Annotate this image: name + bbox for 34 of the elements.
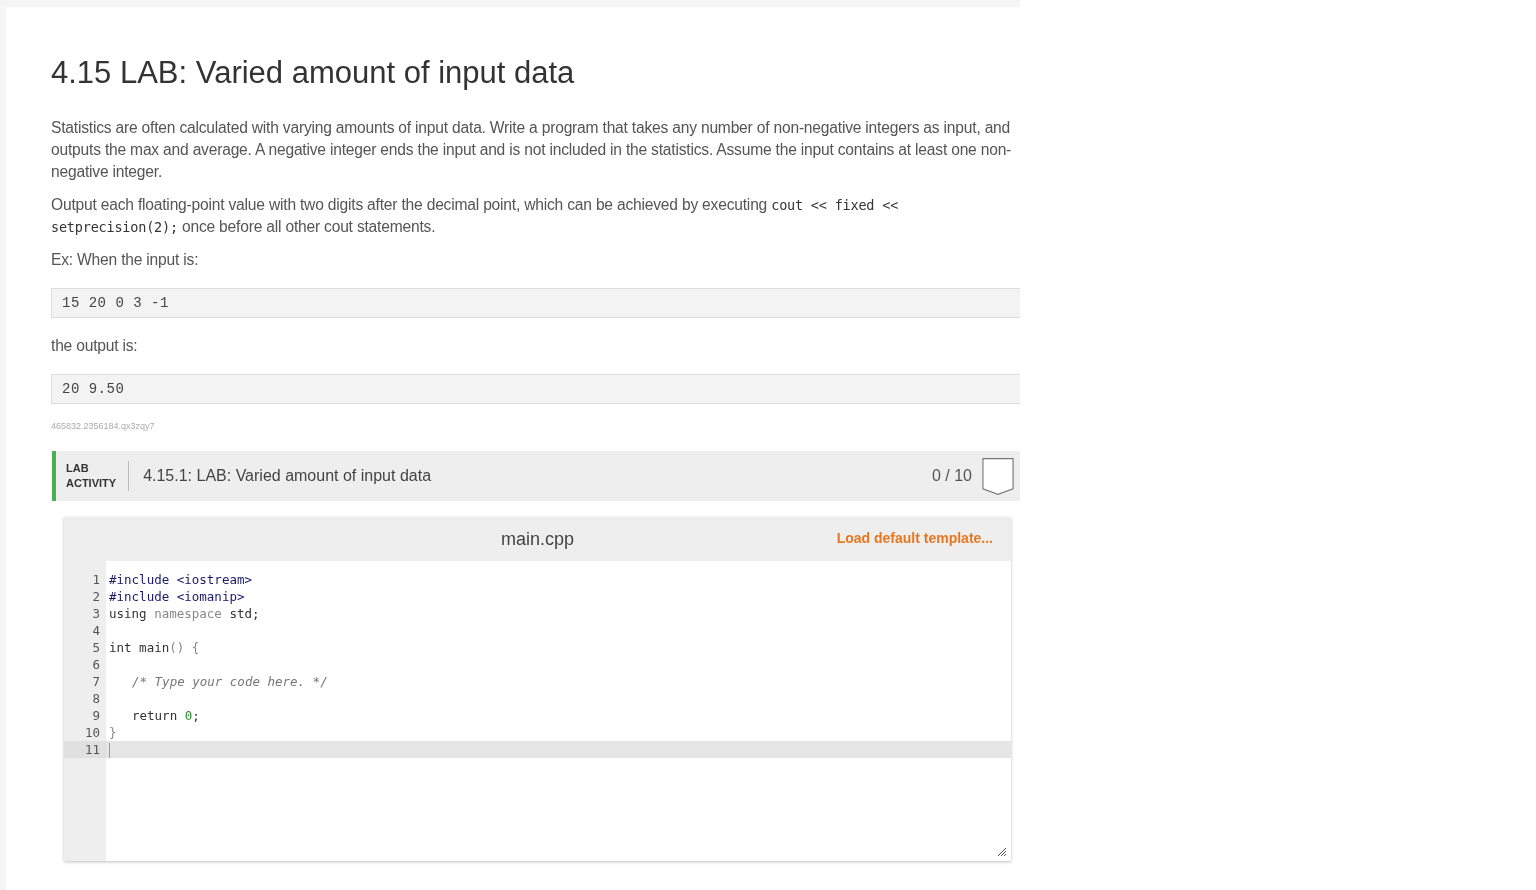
line-number: 1 bbox=[91, 571, 101, 588]
line-number: 10 bbox=[83, 724, 101, 741]
example-label: the output is: bbox=[51, 336, 139, 356]
line-number: 7 bbox=[91, 673, 101, 690]
example-label: Ex: When the input is: bbox=[51, 250, 200, 270]
section-title: 4.15 LAB: Varied amount of input data bbox=[51, 54, 576, 92]
code-line: #include <iostream> bbox=[109, 571, 252, 588]
instructions-paragraph: Output each floating-point value with two digits after the decimal point, which can be achieved by executing cout << fixed << setprecision(2); once before all other cout statements. bbox=[51, 195, 900, 237]
line-number: 11 bbox=[64, 741, 106, 758]
resize-grip-icon[interactable] bbox=[998, 848, 1006, 856]
file-name: main.cpp bbox=[500, 528, 574, 550]
line-number: 8 bbox=[91, 690, 101, 707]
content-id: 465832.2356184.qx3zqy7 bbox=[51, 421, 156, 431]
lab-tag: LAB bbox=[66, 461, 117, 476]
lab-title: 4.15.1: LAB: Varied amount of input data bbox=[143, 467, 433, 485]
line-number: 4 bbox=[91, 622, 101, 639]
code-line: /* Type your code here. */ bbox=[131, 673, 328, 690]
line-number: 2 bbox=[91, 588, 101, 605]
code-line: int main() { bbox=[109, 639, 200, 656]
lab-tag: ACTIVITY bbox=[66, 476, 117, 491]
text-cursor bbox=[109, 743, 110, 758]
line-number: 3 bbox=[91, 605, 101, 622]
code-line: using namespace std; bbox=[109, 605, 260, 622]
line-number: 9 bbox=[91, 707, 101, 724]
code-line: #include <iomanip> bbox=[109, 588, 245, 605]
code-line: return 0; bbox=[131, 707, 200, 724]
sample-output: 20 9.50 bbox=[51, 374, 1020, 404]
line-number: 6 bbox=[91, 656, 101, 673]
load-template-link[interactable]: Load default template... bbox=[836, 530, 993, 546]
score-badge-icon bbox=[982, 456, 1014, 496]
code-line: } bbox=[109, 724, 117, 741]
score-text: 0 / 10 bbox=[931, 467, 972, 485]
instructions-paragraph: Statistics are often calculated with varying amounts of input data. Write a program that takes any number of non-negative integers as input, and outputs the max and average. A negative integer ends the input and is not included in the statistics. Assume the input contains at least one non-negative integer. bbox=[51, 118, 1013, 182]
line-number: 5 bbox=[91, 639, 101, 656]
